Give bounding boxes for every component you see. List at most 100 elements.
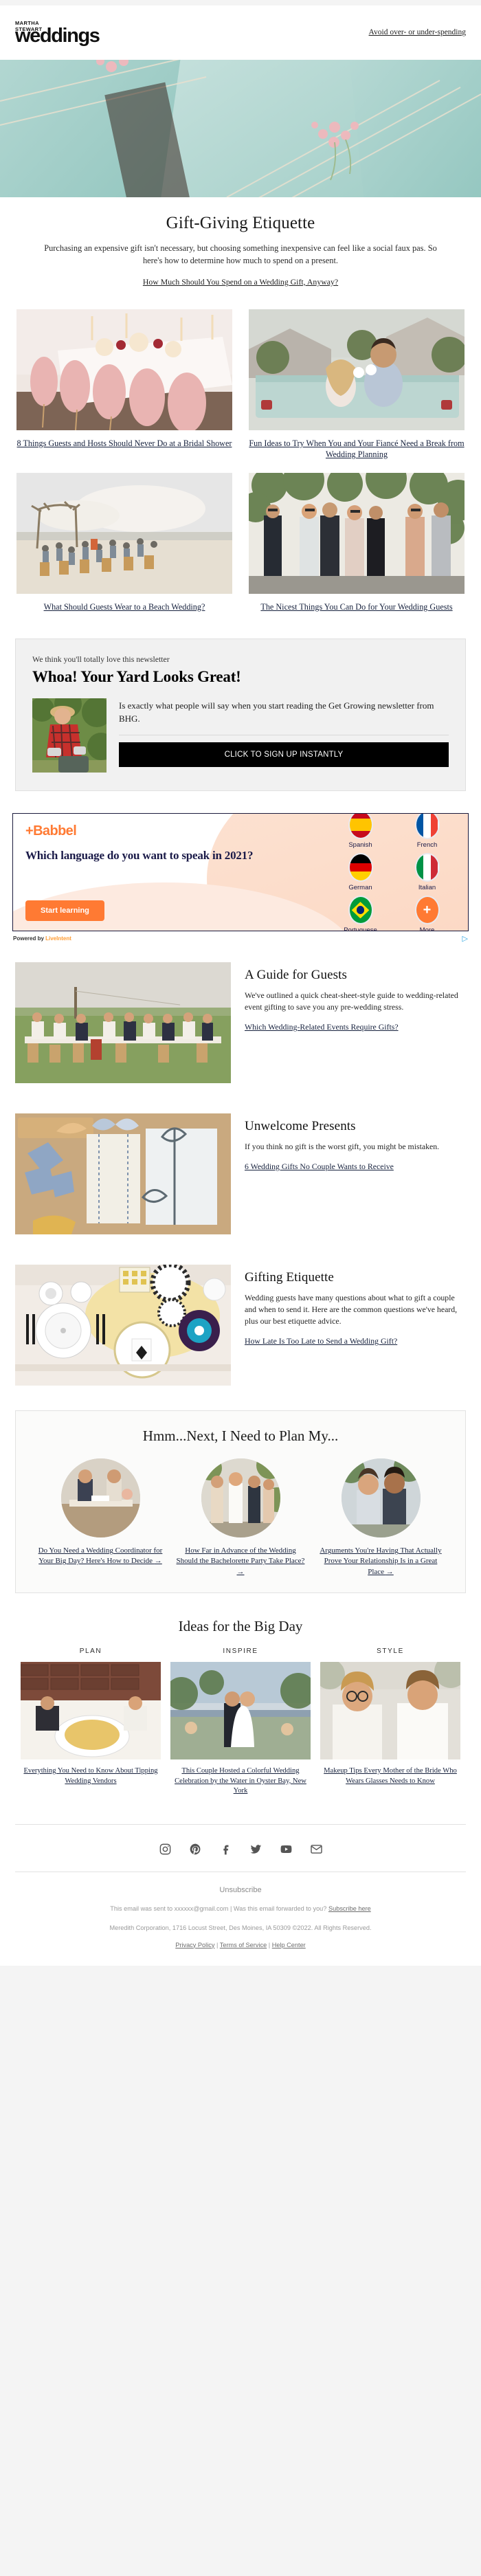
email-icon[interactable] <box>309 1841 324 1856</box>
bigday-caption-link[interactable]: This Couple Hosted a Colorful Wedding Ce… <box>170 1766 311 1797</box>
language-option-spanish[interactable]: Spanish <box>332 814 389 850</box>
sent-to-line: This email was sent to xxxxxx@gmail.com … <box>21 1904 460 1915</box>
language-label: Portuguese <box>344 926 377 932</box>
plan-caption-link[interactable]: Do You Need a Wedding Coordinator for Yo… <box>35 1546 166 1566</box>
plan-card[interactable]: Do You Need a Wedding Coordinator for Yo… <box>35 1458 166 1577</box>
pinterest-icon[interactable] <box>188 1841 203 1856</box>
intro-cta-link[interactable]: How Much Should You Spend on a Wedding G… <box>143 277 338 287</box>
grid-caption-link[interactable]: 8 Things Guests and Hosts Should Never D… <box>16 438 232 449</box>
plan-card[interactable]: How Far in Advance of the Wedding Should… <box>175 1458 306 1577</box>
feature-image[interactable] <box>15 1113 231 1235</box>
bigday-caption-link[interactable]: Everything You Need to Know About Tippin… <box>21 1766 161 1787</box>
language-flag-grid: Spanish French German Italian Portuguese… <box>332 814 456 931</box>
bigday-thumbnail[interactable] <box>170 1661 311 1759</box>
language-option-more[interactable]: + More <box>399 896 456 931</box>
couple-truck-image <box>249 309 465 430</box>
italy-flag-icon <box>414 853 440 882</box>
help-center-link[interactable]: Help Center <box>272 1942 306 1948</box>
privacy-policy-link[interactable]: Privacy Policy <box>175 1942 214 1948</box>
plan-section: Hmm...Next, I Need to Plan My... Do You … <box>15 1410 466 1593</box>
grid-thumbnail[interactable] <box>16 309 232 430</box>
feature-link[interactable]: 6 Wedding Gifts No Couple Wants to Recei… <box>245 1161 394 1173</box>
language-option-portuguese[interactable]: Portuguese <box>332 896 389 931</box>
unsubscribe-link[interactable]: Unsubscribe <box>219 1886 261 1894</box>
adchoices-icon[interactable]: ▷ <box>462 934 468 943</box>
start-learning-button[interactable]: Start learning <box>25 900 104 922</box>
grid-card[interactable]: Fun Ideas to Try When You and Your Fianc… <box>249 309 465 460</box>
babbel-ad[interactable]: +Babbel Which language do you want to sp… <box>12 813 469 932</box>
subscribe-here-link[interactable]: Subscribe here <box>328 1905 371 1912</box>
terms-of-service-link[interactable]: Terms of Service <box>220 1942 267 1948</box>
bigday-card[interactable]: INSPIRE This Couple Hosted a Colorful We… <box>170 1647 311 1797</box>
bigday-card[interactable]: STYLE Makeup Tips Every Mother of the Br… <box>320 1647 460 1797</box>
newsletter-promo-wrapper: We think you'll totally love this newsle… <box>0 619 481 803</box>
bigday-kicker: STYLE <box>377 1647 404 1655</box>
page-title: Gift-Giving Etiquette <box>166 213 315 232</box>
email-header: MARTHA STEWART weddings Avoid over- or u… <box>0 5 481 60</box>
grid-card[interactable]: The Nicest Things You Can Do for Your We… <box>249 472 465 612</box>
wrapped-gifts-image <box>15 1113 231 1235</box>
arrow-icon: → <box>236 1567 245 1576</box>
plan-section-wrapper: Hmm...Next, I Need to Plan My... Do You … <box>0 1401 481 1600</box>
youtube-icon[interactable] <box>278 1841 293 1856</box>
language-option-german[interactable]: German <box>332 853 389 891</box>
legal-separator-2: | <box>268 1941 271 1948</box>
language-option-italian[interactable]: Italian <box>399 853 456 891</box>
bigday-caption-link[interactable]: Makeup Tips Every Mother of the Bride Wh… <box>320 1766 460 1787</box>
bigday-thumbnail[interactable] <box>21 1661 161 1759</box>
grid-card[interactable]: What Should Guests Wear to a Beach Weddi… <box>16 472 232 612</box>
ad-footer: Powered by LiveIntent ▷ <box>12 931 469 943</box>
grid-caption-link[interactable]: What Should Guests Wear to a Beach Weddi… <box>16 601 232 612</box>
plan-caption-link[interactable]: How Far in Advance of the Wedding Should… <box>175 1546 306 1577</box>
grid-card[interactable]: 8 Things Guests and Hosts Should Never D… <box>16 309 232 460</box>
feature-row: A Guide for Guests We've outlined a quic… <box>0 947 481 1098</box>
feature-title: A Guide for Guests <box>245 968 348 983</box>
liveintent-brand: LiveIntent <box>45 935 71 942</box>
plan-caption-text: Arguments You're Having That Actually Pr… <box>320 1546 442 1576</box>
instagram-icon[interactable] <box>157 1841 172 1856</box>
top-spacer <box>0 0 481 5</box>
plan-caption-link[interactable]: Arguments You're Having That Actually Pr… <box>315 1546 446 1577</box>
plan-thumbnail[interactable] <box>60 1458 140 1538</box>
legal-footer: Unsubscribe This email was sent to xxxxx… <box>0 1872 481 1966</box>
plan-thumbnail[interactable] <box>341 1458 421 1538</box>
feature-body: We've outlined a quick cheat-sheet-style… <box>245 990 458 1012</box>
plan-thumbnail[interactable] <box>201 1458 280 1538</box>
newsletter-promo: We think you'll totally love this newsle… <box>15 639 466 792</box>
plan-card[interactable]: Arguments You're Having That Actually Pr… <box>315 1458 446 1577</box>
feature-link[interactable]: How Late Is Too Late to Send a Wedding G… <box>245 1335 397 1347</box>
feature-body: Wedding guests have many questions about… <box>245 1293 458 1326</box>
bigday-title: Ideas for the Big Day <box>178 1617 303 1634</box>
language-label: Spanish <box>348 841 372 850</box>
brand-logo[interactable]: MARTHA STEWART weddings <box>15 20 100 45</box>
language-option-french[interactable]: French <box>399 814 456 850</box>
intro-paragraph: Purchasing an expensive gift isn't neces… <box>44 243 437 265</box>
arrow-icon: → <box>154 1557 162 1566</box>
bigday-card[interactable]: PLAN Everything You Need to Know About T… <box>21 1647 161 1797</box>
feature-image[interactable] <box>15 962 231 1084</box>
grid-caption-link[interactable]: The Nicest Things You Can Do for Your We… <box>249 601 465 612</box>
language-label: German <box>348 884 372 892</box>
grid-caption-link[interactable]: Fun Ideas to Try When You and Your Fianc… <box>249 438 465 460</box>
feature-link[interactable]: Which Wedding-Related Events Require Gif… <box>245 1021 399 1033</box>
grid-thumbnail[interactable] <box>249 309 465 430</box>
grid-thumbnail[interactable] <box>249 472 465 594</box>
grid-thumbnail[interactable] <box>16 472 232 594</box>
feature-row: Unwelcome Presents If you think no gift … <box>0 1098 481 1250</box>
twitter-icon[interactable] <box>248 1841 263 1856</box>
bigday-thumbnail[interactable] <box>320 1661 460 1759</box>
preheader-link[interactable]: Avoid over- or under-spending <box>369 28 466 36</box>
facebook-icon[interactable] <box>218 1841 233 1856</box>
intro-section: Gift-Giving Etiquette Purchasing an expe… <box>0 197 481 294</box>
promo-title: Whoa! Your Yard Looks Great! <box>32 668 241 686</box>
article-grid: 8 Things Guests and Hosts Should Never D… <box>0 294 481 619</box>
promo-signup-button[interactable]: CLICK TO SIGN UP INSTANTLY <box>119 742 449 768</box>
plan-caption-text: Do You Need a Wedding Coordinator for Yo… <box>38 1546 163 1566</box>
language-label: Italian <box>418 884 436 892</box>
tipping-vendors-image <box>21 1661 161 1759</box>
language-label: French <box>416 841 438 850</box>
mother-of-bride-image <box>320 1661 460 1759</box>
ad-headline: Which language do you want to speak in 2… <box>25 849 254 863</box>
feature-body: If you think no gift is the worst gift, … <box>245 1142 440 1152</box>
feature-image[interactable] <box>15 1265 231 1386</box>
